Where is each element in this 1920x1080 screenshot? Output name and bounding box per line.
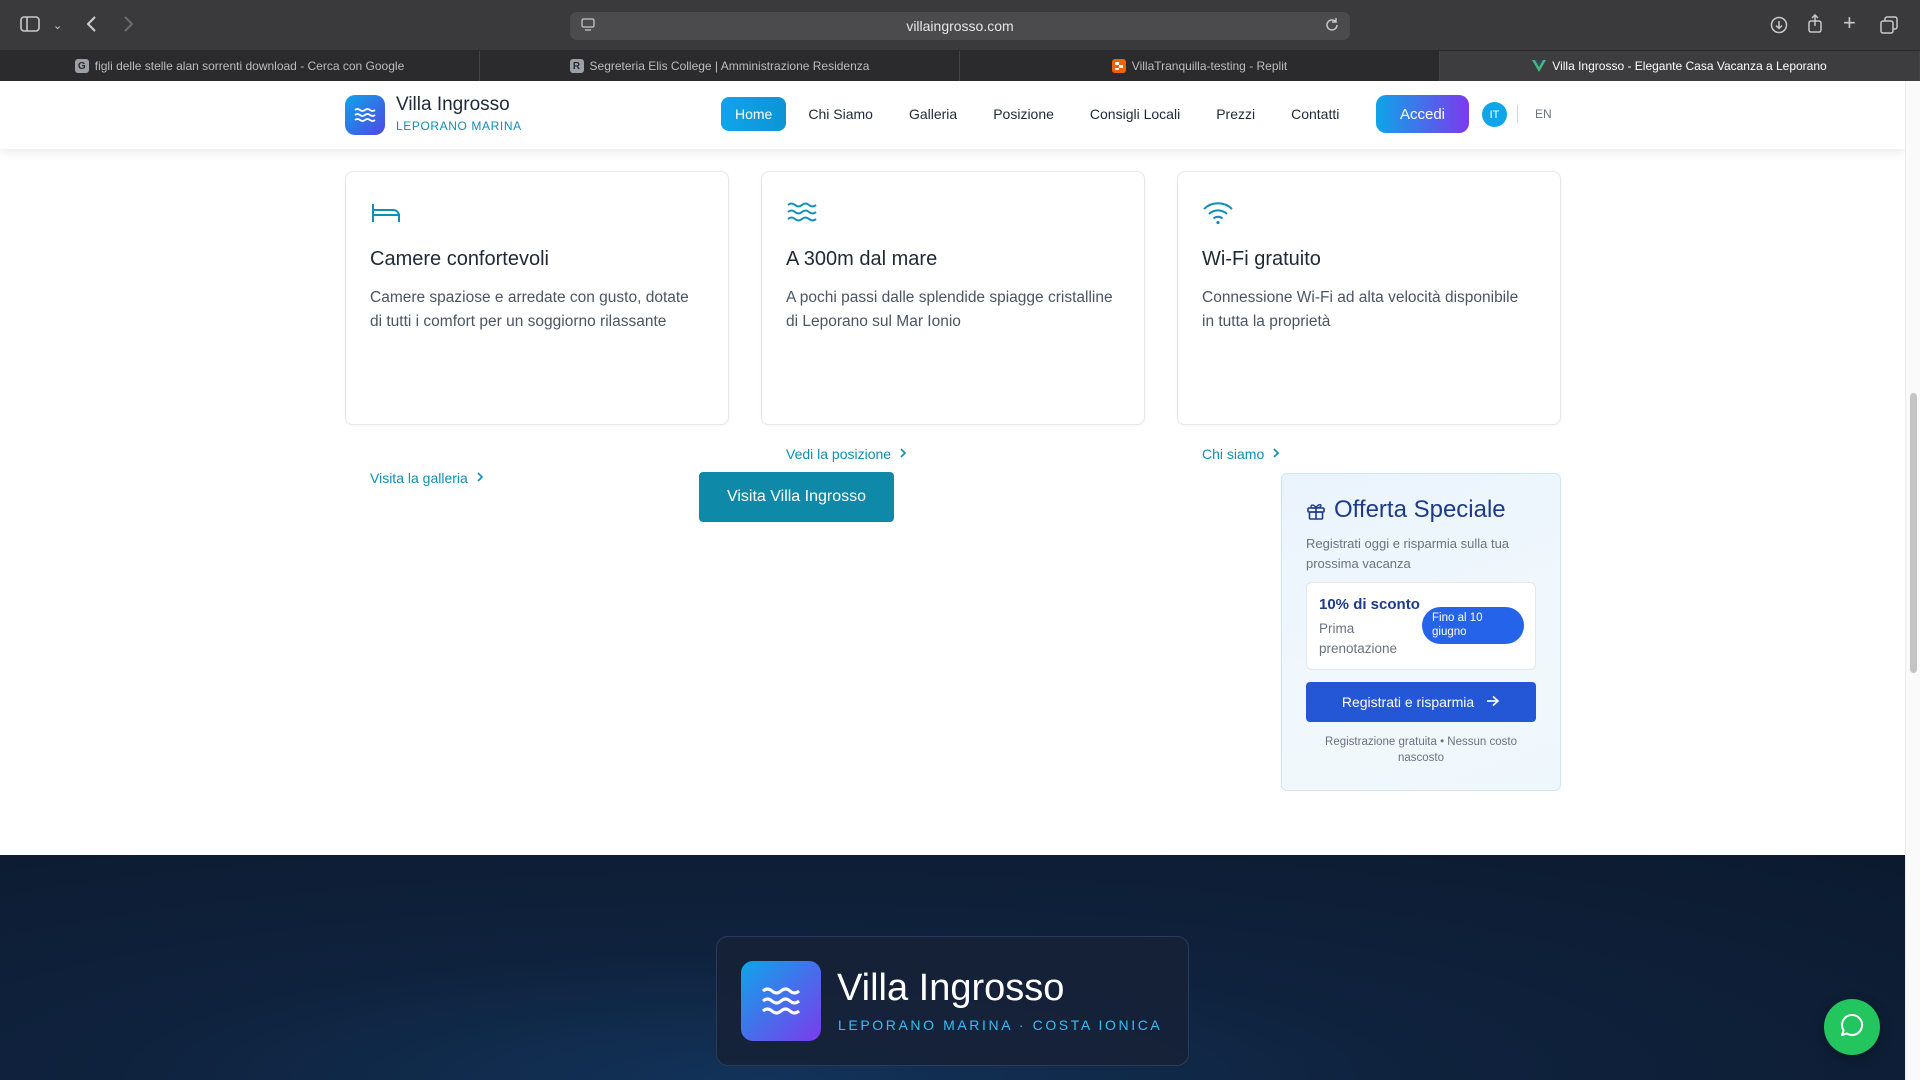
nav-home[interactable]: Home (721, 97, 787, 131)
special-offer-panel: Offerta Speciale Registrati oggi e rispa… (1281, 473, 1561, 791)
tab-bar: G figli delle stelle alan sorrenti downl… (0, 51, 1920, 81)
footer-brand-subtitle: LEPORANO MARINA · COSTA IONICA (838, 1017, 1163, 1033)
replit-favicon-icon (1111, 59, 1126, 73)
link-label: Vedi la posizione (786, 446, 892, 462)
nav-galleria[interactable]: Galleria (895, 97, 971, 131)
offer-description: Registrati oggi e risparmia sulla tua pr… (1306, 536, 1510, 571)
residenza-favicon-icon: R (569, 59, 584, 73)
back-icon[interactable] (86, 15, 98, 33)
waves-logo-icon[interactable] (345, 95, 385, 135)
location-link[interactable]: Vedi la posizione (786, 446, 907, 462)
download-icon[interactable] (1770, 16, 1788, 34)
link-label: Chi siamo (1202, 446, 1265, 462)
visit-villa-button[interactable]: Visita Villa Ingrosso (699, 472, 894, 522)
deadline-badge: Fino al 10 giugno (1422, 607, 1524, 644)
feature-description: A pochi passi dalle splendide spiagge cr… (786, 289, 1113, 330)
google-favicon-icon: G (74, 59, 89, 73)
waves-icon (786, 200, 818, 229)
footer-brand-card: Villa Ingrosso LEPORANO MARINA · COSTA I… (716, 936, 1189, 1066)
chevron-down-icon[interactable]: ⌄ (53, 17, 62, 35)
brand-name[interactable]: Villa Ingrosso (396, 94, 510, 116)
language-en-button[interactable]: EN (1535, 107, 1552, 121)
feature-card-sea: A 300m dal mare A pochi passi dalle sple… (761, 171, 1145, 462)
feature-title: Wi-Fi gratuito (1202, 248, 1321, 270)
chevron-right-icon (1272, 446, 1280, 462)
discount-title: 10% di sconto (1319, 596, 1420, 613)
vue-favicon-icon (1532, 59, 1547, 73)
about-link[interactable]: Chi siamo (1202, 446, 1280, 462)
nav-chi-siamo[interactable]: Chi Siamo (794, 97, 887, 131)
reload-icon[interactable] (1324, 17, 1340, 38)
discount-subtitle: Prima prenotazione (1319, 621, 1398, 656)
browser-toolbar: ⌄ villaingrosso.com + (0, 0, 1920, 51)
tab-title: Villa Ingrosso - Elegante Casa Vacanza a… (1552, 59, 1827, 73)
site-settings-icon[interactable] (580, 18, 596, 37)
gift-icon (1306, 501, 1326, 526)
browser-tab-active[interactable]: Villa Ingrosso - Elegante Casa Vacanza a… (1440, 51, 1920, 81)
brand-subtitle: LEPORANO MARINA (396, 119, 522, 133)
feature-description: Camere spaziose e arredate con gusto, do… (370, 289, 689, 330)
address-bar[interactable]: villaingrosso.com (570, 12, 1350, 40)
feature-card-wifi: Wi-Fi gratuito Connessione Wi-Fi ad alta… (1177, 171, 1561, 462)
tab-title: Segreteria Elis College | Amministrazion… (589, 59, 870, 73)
web-page: Villa Ingrosso LEPORANO MARINA Home Chi … (0, 81, 1905, 1080)
browser-tab[interactable]: G figli delle stelle alan sorrenti downl… (0, 51, 480, 81)
chevron-right-icon (899, 446, 907, 462)
nav-posizione[interactable]: Posizione (979, 97, 1068, 131)
arrow-right-icon (1486, 694, 1500, 710)
register-save-button[interactable]: Registrati e risparmia (1306, 682, 1536, 722)
page-scrollbar[interactable] (1905, 81, 1920, 1080)
chevron-right-icon (476, 470, 484, 486)
feature-title: Camere confortevoli (370, 248, 549, 270)
footer-brand-name: Villa Ingrosso (837, 967, 1065, 1009)
tab-title: figli delle stelle alan sorrenti downloa… (94, 59, 405, 73)
site-header: Villa Ingrosso LEPORANO MARINA Home Chi … (0, 81, 1905, 149)
login-button[interactable]: Accedi (1376, 95, 1469, 133)
nav-consigli-locali[interactable]: Consigli Locali (1076, 97, 1194, 131)
url-text: villaingrosso.com (906, 18, 1014, 34)
link-label: Visita la galleria (370, 470, 468, 486)
new-tab-icon[interactable]: + (1843, 12, 1856, 34)
browser-tab[interactable]: R Segreteria Elis College | Amministrazi… (480, 51, 960, 81)
share-icon[interactable] (1807, 14, 1823, 34)
feature-card-rooms: Camere confortevoli Camere spaziose e ar… (345, 171, 729, 486)
bed-icon (370, 200, 402, 231)
gallery-link[interactable]: Visita la galleria (370, 470, 484, 486)
feature-title: A 300m dal mare (786, 248, 938, 270)
forward-icon[interactable] (122, 15, 134, 33)
main-nav: Home Chi Siamo Galleria Posizione Consig… (721, 97, 1361, 131)
language-it-button[interactable]: IT (1482, 102, 1507, 127)
cta-label: Registrati e risparmia (1341, 694, 1475, 710)
discount-box: 10% di sconto Prima prenotazione Fino al… (1306, 582, 1536, 670)
waves-logo-icon (741, 961, 821, 1041)
nav-prezzi[interactable]: Prezzi (1202, 97, 1269, 131)
tab-title: VillaTranquilla-testing - Replit (1131, 59, 1288, 73)
offer-title: Offerta Speciale (1334, 496, 1506, 523)
feature-description: Connessione Wi-Fi ad alta velocità dispo… (1202, 289, 1519, 330)
chat-button[interactable] (1824, 999, 1880, 1055)
site-footer: Villa Ingrosso LEPORANO MARINA · COSTA I… (0, 855, 1905, 1080)
chat-bubble-icon (1839, 1012, 1865, 1043)
browser-tab[interactable]: VillaTranquilla-testing - Replit (960, 51, 1440, 81)
scrollbar-thumb[interactable] (1910, 393, 1917, 673)
language-divider (1517, 105, 1518, 123)
nav-contatti[interactable]: Contatti (1277, 97, 1353, 131)
sidebar-toggle-icon[interactable] (20, 16, 40, 32)
tab-overview-icon[interactable] (1880, 16, 1898, 34)
wifi-icon (1202, 200, 1234, 231)
offer-note: Registrazione gratuita • Nessun costo na… (1325, 736, 1517, 764)
